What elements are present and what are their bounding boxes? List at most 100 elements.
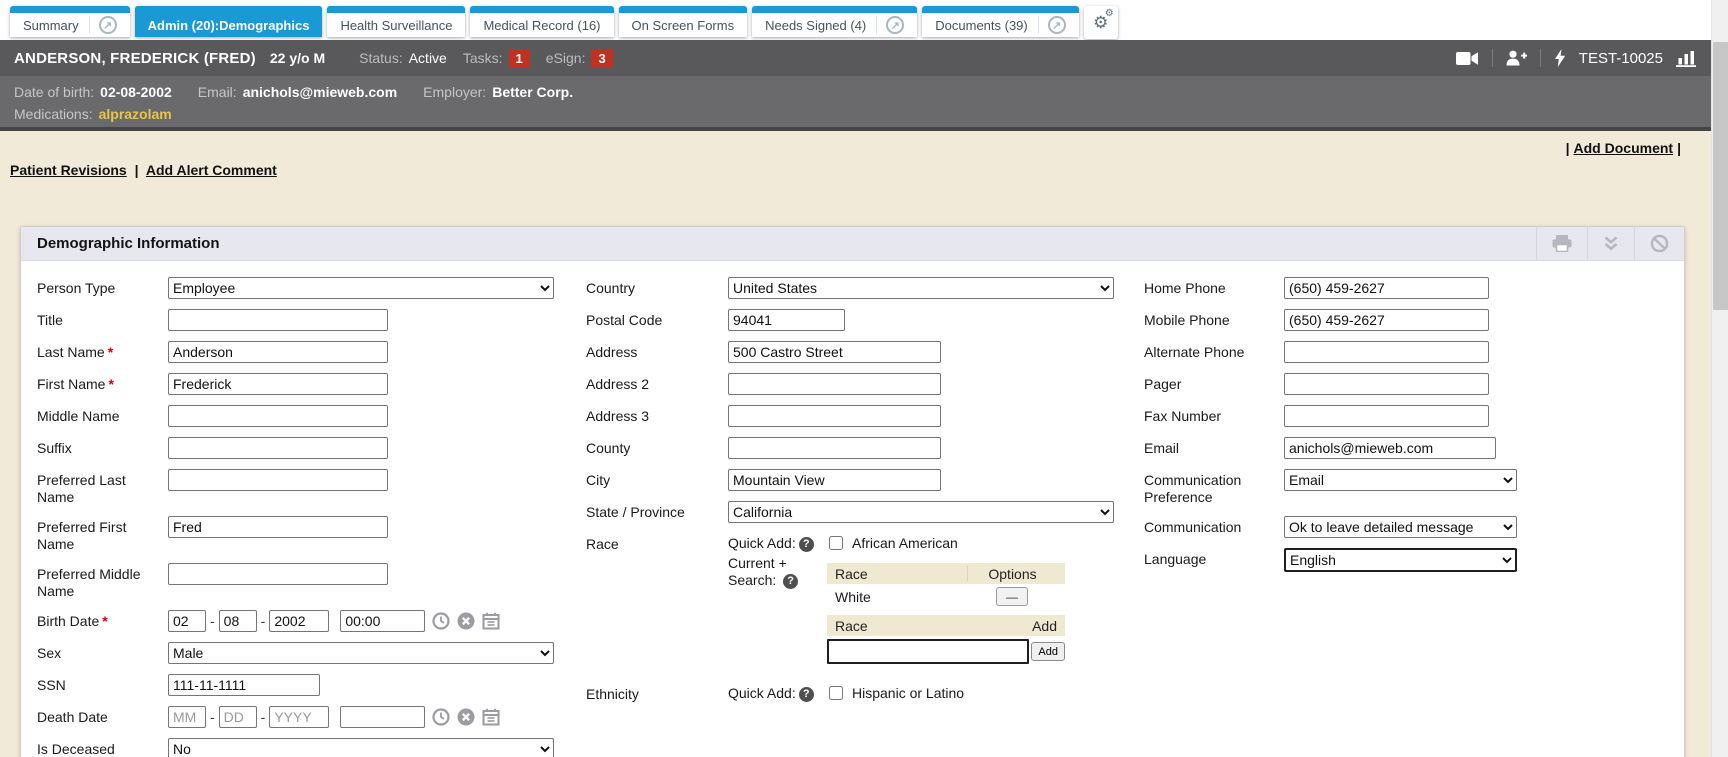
address3-input[interactable] <box>728 405 941 427</box>
panel-header: Demographic Information <box>21 227 1684 261</box>
hispanic-or-latino-checkbox[interactable] <box>829 686 843 700</box>
last-name-label: Last Name* <box>37 341 168 363</box>
death-date-row: Death Date - - <box>37 706 577 728</box>
tab-documents[interactable]: Documents (39) ↗ <box>922 6 1078 37</box>
tasks-badge[interactable]: 1 <box>509 49 530 68</box>
pager-input[interactable] <box>1284 373 1489 395</box>
calendar-icon[interactable] <box>482 708 500 726</box>
open-in-new-window-icon[interactable]: ↗ <box>1038 16 1066 34</box>
county-input[interactable] <box>728 437 941 459</box>
options-column-header: Options <box>967 566 1057 582</box>
email-value: anichols@mieweb.com <box>243 84 397 100</box>
death-year-input[interactable] <box>269 706 329 728</box>
preferred-last-name-input[interactable] <box>168 469 388 491</box>
settings-gear-icon[interactable]: ⚙ ⚙ <box>1084 6 1118 39</box>
clock-icon[interactable] <box>432 708 450 726</box>
tab-summary[interactable]: Summary ↗ <box>10 6 130 37</box>
is-deceased-select[interactable]: No <box>168 738 554 757</box>
email-input[interactable] <box>1284 437 1496 459</box>
clear-date-icon[interactable] <box>457 708 475 726</box>
country-select[interactable]: United States <box>728 277 1114 299</box>
clock-icon[interactable] <box>432 612 450 630</box>
address2-input[interactable] <box>728 373 941 395</box>
ssn-input[interactable] <box>168 674 320 696</box>
race-search-input[interactable] <box>827 639 1029 664</box>
language-select[interactable]: English <box>1284 548 1517 572</box>
patient-age-sex: 22 y/o M <box>270 50 325 66</box>
home-phone-input[interactable] <box>1284 277 1489 299</box>
alternate-phone-input[interactable] <box>1284 341 1489 363</box>
vertical-scrollbar[interactable] <box>1711 0 1728 757</box>
city-input[interactable] <box>728 469 941 491</box>
state-select[interactable]: California <box>728 501 1114 523</box>
add-person-icon[interactable] <box>1506 50 1527 66</box>
video-camera-icon[interactable] <box>1456 51 1479 66</box>
tab-admin-demographics[interactable]: Admin (20):Demographics <box>135 6 323 37</box>
dob-label: Date of birth: <box>14 84 94 100</box>
birth-year-input[interactable] <box>269 610 329 632</box>
patient-info-line-1: Date of birth: 02-08-2002 Email: anichol… <box>14 81 1697 103</box>
tab-health-surveillance[interactable]: Health Surveillance <box>327 6 465 37</box>
birth-month-input[interactable] <box>168 610 206 632</box>
last-name-input[interactable] <box>168 341 388 363</box>
ethnicity-hispanic-option[interactable]: Hispanic or Latino <box>829 685 1067 701</box>
death-date-label: Death Date <box>37 706 168 728</box>
middle-name-input[interactable] <box>168 405 388 427</box>
help-icon[interactable]: ? <box>783 574 798 589</box>
birth-time-input[interactable] <box>340 610 425 632</box>
preferred-first-name-input[interactable] <box>168 516 388 538</box>
african-american-checkbox[interactable] <box>829 536 843 550</box>
esign-badge[interactable]: 3 <box>591 49 612 68</box>
preferred-last-name-row: Preferred Last Name <box>37 469 577 506</box>
open-in-new-window-icon[interactable]: ↗ <box>876 16 904 34</box>
add-document-link[interactable]: Add Document <box>1574 140 1674 156</box>
lightning-icon[interactable] <box>1554 49 1566 67</box>
person-type-select[interactable]: Employee <box>168 277 554 299</box>
postal-code-input[interactable] <box>728 309 845 331</box>
race-label: Race <box>586 533 728 673</box>
help-icon[interactable]: ? <box>799 537 814 552</box>
chevron-double-down-icon[interactable] <box>1587 227 1634 260</box>
language-row: Language English <box>1144 548 1674 572</box>
divider <box>1540 49 1541 67</box>
patient-revisions-link[interactable]: Patient Revisions <box>10 162 127 178</box>
title-input[interactable] <box>168 309 388 331</box>
ssn-row: SSN <box>37 674 577 696</box>
death-month-input[interactable] <box>168 706 206 728</box>
help-icon[interactable]: ? <box>799 687 814 702</box>
pager-row: Pager <box>1144 373 1674 395</box>
add-alert-comment-link[interactable]: Add Alert Comment <box>146 162 277 178</box>
fax-number-input[interactable] <box>1284 405 1489 427</box>
race-current-search-label: Current + Search: ? <box>728 555 827 589</box>
tab-medical-record[interactable]: Medical Record (16) <box>470 6 613 37</box>
first-name-input[interactable] <box>168 373 388 395</box>
sex-select[interactable]: Male <box>168 642 554 664</box>
suffix-input[interactable] <box>168 437 388 459</box>
medications-value[interactable]: alprazolam <box>99 106 172 122</box>
death-day-input[interactable] <box>219 706 257 728</box>
open-in-new-window-icon[interactable]: ↗ <box>89 16 117 34</box>
calendar-icon[interactable] <box>482 612 500 630</box>
race-add-button[interactable]: Add <box>1031 642 1065 661</box>
mobile-phone-input[interactable] <box>1284 309 1489 331</box>
preferred-last-name-label: Preferred Last Name <box>37 469 168 506</box>
communication-preference-select[interactable]: Email <box>1284 469 1517 491</box>
tab-on-screen-forms[interactable]: On Screen Forms <box>619 6 748 37</box>
suffix-label: Suffix <box>37 437 168 459</box>
race-african-american-option[interactable]: African American <box>829 535 1067 551</box>
tab-needs-signed[interactable]: Needs Signed (4) ↗ <box>752 6 917 37</box>
address-input[interactable] <box>728 341 941 363</box>
checkbox-label: Hispanic or Latino <box>852 685 964 701</box>
remove-race-button[interactable]: — <box>996 587 1028 606</box>
communication-select[interactable]: Ok to leave detailed message <box>1284 516 1517 538</box>
print-icon[interactable] <box>1536 227 1587 260</box>
death-time-input[interactable] <box>340 706 425 728</box>
chart-icon[interactable] <box>1676 50 1697 67</box>
scrollbar-thumb[interactable] <box>1713 42 1728 310</box>
language-label: Language <box>1144 548 1284 572</box>
preferred-middle-name-input[interactable] <box>168 563 388 585</box>
clear-date-icon[interactable] <box>457 612 475 630</box>
birth-day-input[interactable] <box>219 610 257 632</box>
ethnicity-content: Hispanic or Latino <box>827 683 1067 713</box>
disable-circle-slash-icon[interactable] <box>1634 227 1684 260</box>
